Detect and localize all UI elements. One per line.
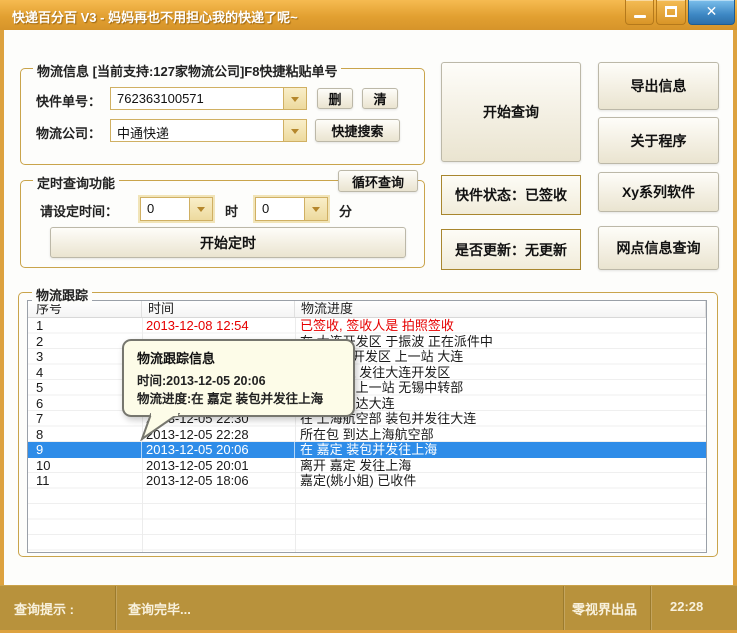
minute-dropdown-button[interactable] — [304, 198, 327, 220]
start-timer-button[interactable]: 开始定时 — [50, 227, 406, 258]
window-title: 快递百分百 V3 - 妈妈再也不用担心我的快递了呢~ — [12, 7, 298, 26]
cell-progress: 离开 嘉定 发往上海 — [295, 458, 706, 474]
tracking-number-label: 快件单号： — [36, 91, 101, 110]
status-message: 查询完毕... — [128, 599, 191, 618]
title-bar: 快递百分百 V3 - 妈妈再也不用担心我的快递了呢~ ✕ — [0, 0, 737, 30]
minimize-button[interactable] — [625, 0, 654, 25]
logistics-info-group — [20, 68, 425, 165]
table-row[interactable]: 1 2013-12-08 12:54 已签收, 签收人是 拍照签收 — [28, 318, 706, 334]
tooltip-title: 物流跟踪信息 — [137, 348, 353, 367]
main-content: 物流信息 [当前支持:127家物流公司]F8快捷粘贴单号 快件单号： 76236… — [4, 30, 733, 585]
cell-no: 8 — [28, 427, 142, 443]
logistics-info-group-title: 物流信息 [当前支持:127家物流公司]F8快捷粘贴单号 — [33, 61, 341, 80]
cell-progress: 在 上海航空部 装包并发往大连 — [295, 411, 706, 427]
cell-no: 11 — [28, 473, 142, 489]
cell-time: 2013-12-05 18:06 — [142, 473, 295, 489]
status-label: 查询提示 : — [14, 599, 74, 618]
cell-progress: 到达大连开发区 上一站 大连 — [295, 349, 706, 365]
hour-value: 0 — [141, 198, 189, 220]
maximize-button[interactable] — [656, 0, 686, 25]
cell-time: 2013-12-05 20:06 — [142, 442, 295, 458]
tooltip-progress: 物流进度:在 嘉定 装包并发往上海 — [137, 390, 353, 408]
start-query-button[interactable]: 开始查询 — [441, 62, 581, 162]
tracking-number-select[interactable]: 762363100571 — [110, 87, 307, 110]
cell-progress: 嘉定(姚小姐) 已收件 — [295, 473, 706, 489]
set-time-label: 请设定时间： — [40, 201, 118, 220]
cell-progress: 所在包 到达大连 — [295, 396, 706, 412]
tooltip-time: 时间:2013-12-05 20:06 — [137, 372, 353, 390]
cell-progress: 已签收, 签收人是 拍照签收 — [295, 318, 706, 334]
cell-no: 9 — [28, 442, 142, 458]
table-row-selected[interactable]: 9 2013-12-05 20:06 在 嘉定 装包并发往上海 — [28, 442, 706, 458]
loop-query-button[interactable]: 循环查询 — [338, 170, 418, 192]
minute-value: 0 — [256, 198, 304, 220]
tracking-table[interactable]: 序号 时间 物流进度 1 2013-12-08 12:54 已签收, 签收人是 … — [27, 300, 707, 553]
tooltip-tail — [138, 413, 180, 441]
close-icon: ✕ — [689, 3, 734, 20]
export-info-button[interactable]: 导出信息 — [598, 62, 719, 110]
tracking-number-dropdown-button[interactable] — [283, 88, 306, 109]
clock-label: 22:28 — [670, 599, 703, 614]
hour-unit-label: 时 — [225, 201, 238, 220]
brand-label: 零视界出品 — [572, 599, 637, 618]
company-select[interactable]: 中通快递 — [110, 119, 307, 142]
cell-progress: 到达大连 上一站 无锡中转部 — [295, 380, 706, 396]
cell-no: 1 — [28, 318, 142, 334]
table-row[interactable]: 10 2013-12-05 20:01 离开 嘉定 发往上海 — [28, 458, 706, 474]
close-button[interactable]: ✕ — [688, 0, 735, 25]
timer-query-group-title: 定时查询功能 — [33, 173, 119, 192]
chevron-down-icon — [312, 207, 320, 212]
shipment-status-box: 快件状态：已签收 — [441, 175, 581, 215]
delete-button[interactable]: 删 — [317, 88, 353, 109]
table-row[interactable]: 8 2013-12-05 22:28 所在包 到达上海航空部 — [28, 427, 706, 443]
minimize-icon — [634, 15, 646, 18]
cell-time: 2013-12-05 20:01 — [142, 458, 295, 474]
outlet-query-button[interactable]: 网点信息查询 — [598, 226, 719, 270]
xy-software-button[interactable]: Xy系列软件 — [598, 172, 719, 212]
tracking-tooltip: 物流跟踪信息 时间:2013-12-05 20:06 物流进度:在 嘉定 装包并… — [122, 339, 355, 417]
status-bar: 查询提示 : 查询完毕... 零视界出品 22:28 — [0, 585, 737, 630]
cell-progress: 所在包 到达上海航空部 — [295, 427, 706, 443]
minute-select[interactable]: 0 — [255, 197, 328, 221]
status-divider — [650, 586, 651, 631]
quick-search-button[interactable]: 快捷搜索 — [315, 119, 400, 142]
chevron-down-icon — [291, 129, 299, 134]
cell-progress: 离开 大连 发往大连开发区 — [295, 365, 706, 381]
hour-select[interactable]: 0 — [140, 197, 213, 221]
cell-progress: 在 嘉定 装包并发往上海 — [295, 442, 706, 458]
company-dropdown-button[interactable] — [283, 120, 306, 141]
company-value: 中通快递 — [111, 120, 283, 141]
minute-unit-label: 分 — [339, 201, 352, 220]
cell-progress: 在 大连开发区 于振波 正在派件中 — [295, 334, 706, 350]
chevron-down-icon — [197, 207, 205, 212]
table-row[interactable]: 11 2013-12-05 18:06 嘉定(姚小姐) 已收件 — [28, 473, 706, 489]
about-button[interactable]: 关于程序 — [598, 117, 719, 164]
company-label: 物流公司： — [36, 123, 101, 142]
cell-no: 10 — [28, 458, 142, 474]
maximize-icon — [665, 6, 677, 17]
column-header-time[interactable]: 时间 — [142, 301, 295, 317]
clear-button[interactable]: 清 — [362, 88, 398, 109]
hour-dropdown-button[interactable] — [189, 198, 212, 220]
cell-time: 2013-12-08 12:54 — [142, 318, 295, 334]
tracking-number-value: 762363100571 — [111, 88, 283, 109]
column-header-progress[interactable]: 物流进度 — [295, 301, 706, 317]
update-status-box: 是否更新：无更新 — [441, 229, 581, 270]
status-divider — [563, 586, 564, 631]
chevron-down-icon — [291, 97, 299, 102]
tracking-group-title: 物流跟踪 — [32, 285, 92, 304]
status-divider — [115, 586, 116, 631]
tracking-table-header: 序号 时间 物流进度 — [28, 301, 706, 318]
